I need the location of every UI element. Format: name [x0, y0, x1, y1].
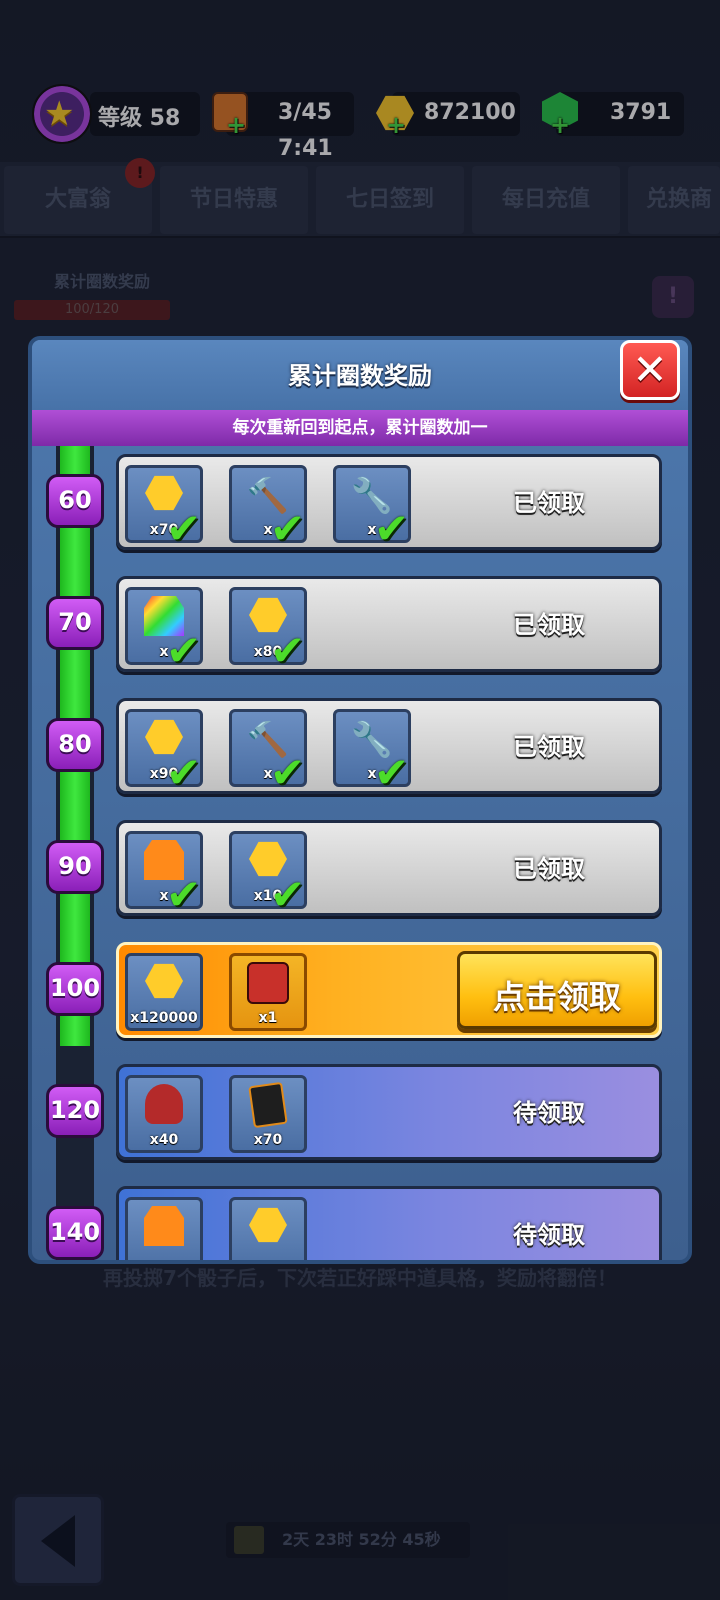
reward-item[interactable]	[125, 1197, 203, 1260]
lap-badge-60: 60	[46, 474, 104, 528]
checkmark-icon: ✔	[166, 504, 202, 553]
reward-row-100[interactable]: x120000 x1 点击领取	[116, 942, 662, 1038]
reward-item[interactable]: x ✔	[125, 831, 203, 916]
lap-badge-100: 100	[46, 962, 104, 1016]
checkmark-icon: ✔	[270, 870, 306, 919]
cards-icon	[246, 1081, 290, 1129]
reward-item[interactable]: x1	[229, 953, 307, 1031]
reward-item[interactable]	[229, 1197, 307, 1260]
close-icon: ✕	[632, 345, 668, 394]
reward-item[interactable]: x10 ✔	[229, 831, 307, 916]
pirate-hero-icon	[246, 962, 290, 1006]
checkmark-icon: ✔	[166, 626, 202, 675]
claim-button[interactable]: 点击领取	[457, 951, 657, 1029]
lap-badge-140: 140	[46, 1206, 104, 1260]
pirate-shard-icon	[142, 1084, 186, 1128]
close-button[interactable]: ✕	[620, 340, 680, 400]
reward-row-70: x ✔ x80 ✔ 已领取	[116, 576, 662, 672]
checkmark-icon: ✔	[374, 748, 410, 797]
reward-row-60: x70 ✔ 🔨 x ✔ 🔧 x ✔ 已领取	[116, 454, 662, 550]
reward-item[interactable]: x80 ✔	[229, 587, 307, 672]
reward-item[interactable]: 🔨 x ✔	[229, 465, 307, 550]
reward-item[interactable]: 🔧 x ✔	[333, 465, 411, 550]
reward-row-140: 待领取	[116, 1186, 662, 1260]
claimed-status: 已领取	[513, 611, 585, 639]
reward-item[interactable]: x120000	[125, 953, 203, 1031]
reward-item[interactable]: x90 ✔	[125, 709, 203, 794]
lap-rewards-modal: 累计圈数奖励 每次重新回到起点，累计圈数加一 60 x70 ✔ 🔨 x ✔ 🔧 x ✔ 已领取 70…	[28, 336, 692, 1264]
reward-list[interactable]: 60 x70 ✔ 🔨 x ✔ 🔧 x ✔ 已领取 70 x ✔ x80 ✔ 已领取 80 x90 ✔ 🔨 x ✔ 🔧 x ✔ 已领…	[32, 446, 688, 1260]
lap-badge-70: 70	[46, 596, 104, 650]
reward-item[interactable]: 🔨 x ✔	[229, 709, 307, 794]
coin-icon	[142, 962, 186, 1006]
coin-icon	[246, 1206, 290, 1250]
checkmark-icon: ✔	[270, 748, 306, 797]
pending-status: 待领取	[513, 1221, 585, 1249]
reward-quantity: x120000	[130, 1010, 198, 1026]
orange-token-icon	[142, 1206, 186, 1250]
reward-quantity: x1	[258, 1010, 278, 1026]
lap-badge-90: 90	[46, 840, 104, 894]
checkmark-icon: ✔	[166, 870, 202, 919]
reward-row-80: x90 ✔ 🔨 x ✔ 🔧 x ✔ 已领取	[116, 698, 662, 794]
modal-title: 累计圈数奖励	[288, 362, 432, 390]
reward-item[interactable]: x70 ✔	[125, 465, 203, 550]
reward-quantity: x70	[253, 1132, 283, 1148]
pending-status: 待领取	[513, 1099, 585, 1127]
checkmark-icon: ✔	[166, 748, 202, 797]
reward-item[interactable]: x40	[125, 1075, 203, 1153]
lap-badge-80: 80	[46, 718, 104, 772]
checkmark-icon: ✔	[270, 626, 306, 675]
checkmark-icon: ✔	[374, 504, 410, 553]
checkmark-icon: ✔	[270, 504, 306, 553]
modal-header: 累计圈数奖励	[32, 340, 688, 410]
claimed-status: 已领取	[513, 855, 585, 883]
lap-badge-120: 120	[46, 1084, 104, 1138]
reward-item[interactable]: x70	[229, 1075, 307, 1153]
claimed-status: 已领取	[513, 733, 585, 761]
reward-row-90: x ✔ x10 ✔ 已领取	[116, 820, 662, 916]
reward-item[interactable]: x ✔	[125, 587, 203, 672]
claimed-status: 已领取	[513, 489, 585, 517]
reward-row-120: x40 x70 待领取	[116, 1064, 662, 1160]
reward-quantity: x40	[149, 1132, 179, 1148]
claim-button-label: 点击领取	[492, 978, 621, 1016]
modal-subtitle: 每次重新回到起点，累计圈数加一	[32, 410, 688, 446]
reward-item[interactable]: 🔧 x ✔	[333, 709, 411, 794]
